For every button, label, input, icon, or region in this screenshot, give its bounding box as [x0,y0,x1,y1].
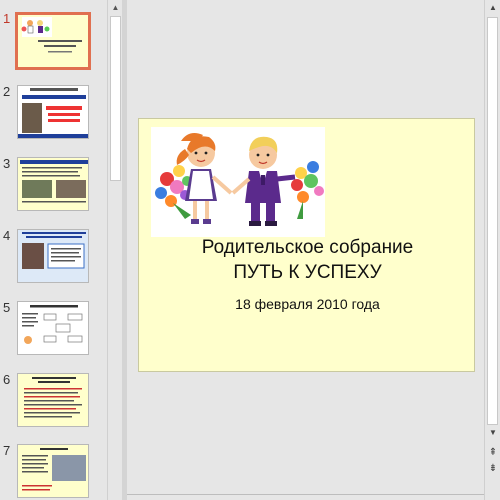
slide-number-1: 1 [3,11,11,26]
slide-thumbnail-1[interactable] [15,12,91,70]
triangle-down-icon[interactable]: ▼ [486,426,500,440]
slide-scrollbar[interactable]: ▲ ▼ ⇞ ⇟ [484,0,500,500]
slide-thumbnail-pane: 1 2 3 4 5 6 7 [0,0,122,500]
thumbnail-4-preview [18,230,88,282]
thumbnail-scrollbar-thumb[interactable] [110,16,121,181]
current-slide-canvas[interactable]: Родительское собрание ПУТЬ К УСПЕХУ 18 ф… [138,118,475,372]
children-clipart[interactable] [151,127,325,237]
thumbnail-7-preview [18,445,88,497]
slide-number-3: 3 [3,156,11,171]
slide-date-text[interactable]: 18 февраля 2010 года [139,296,476,312]
presentation-editor: 1 2 3 4 5 6 7 ▲ Родительское собрание ПУ… [0,0,500,500]
slide-thumbnail-2[interactable] [17,85,89,139]
double-chevron-down-icon[interactable]: ⇟ [486,462,500,476]
slide-thumbnail-4[interactable] [17,229,89,283]
thumbnail-6-preview [18,374,88,426]
thumbnail-1-preview [21,17,82,53]
slide-number-6: 6 [3,372,11,387]
slide-thumbnail-7[interactable] [17,444,89,498]
double-chevron-up-icon[interactable]: ⇞ [486,446,500,460]
slide-number-5: 5 [3,300,11,315]
thumbnail-3-preview [18,158,88,210]
thumbnail-2-preview [18,86,88,138]
slide-scrollbar-thumb[interactable] [487,17,498,425]
slide-title-line-1[interactable]: Родительское собрание [139,237,476,259]
slide-thumbnail-6[interactable] [17,373,89,427]
slide-thumbnail-5[interactable] [17,301,89,355]
triangle-up-icon[interactable]: ▲ [486,1,500,15]
slide-number-7: 7 [3,443,11,458]
pane-border [127,494,484,495]
children-with-flowers-image [151,127,325,237]
slide-thumbnail-3[interactable] [17,157,89,211]
slide-number-4: 4 [3,228,11,243]
slide-title-line-2[interactable]: ПУТЬ К УСПЕХУ [139,262,476,284]
triangle-up-icon[interactable]: ▲ [108,0,123,15]
thumbnail-scrollbar[interactable]: ▲ [107,0,122,500]
thumbnail-5-preview [18,302,88,354]
slide-number-2: 2 [3,84,11,99]
